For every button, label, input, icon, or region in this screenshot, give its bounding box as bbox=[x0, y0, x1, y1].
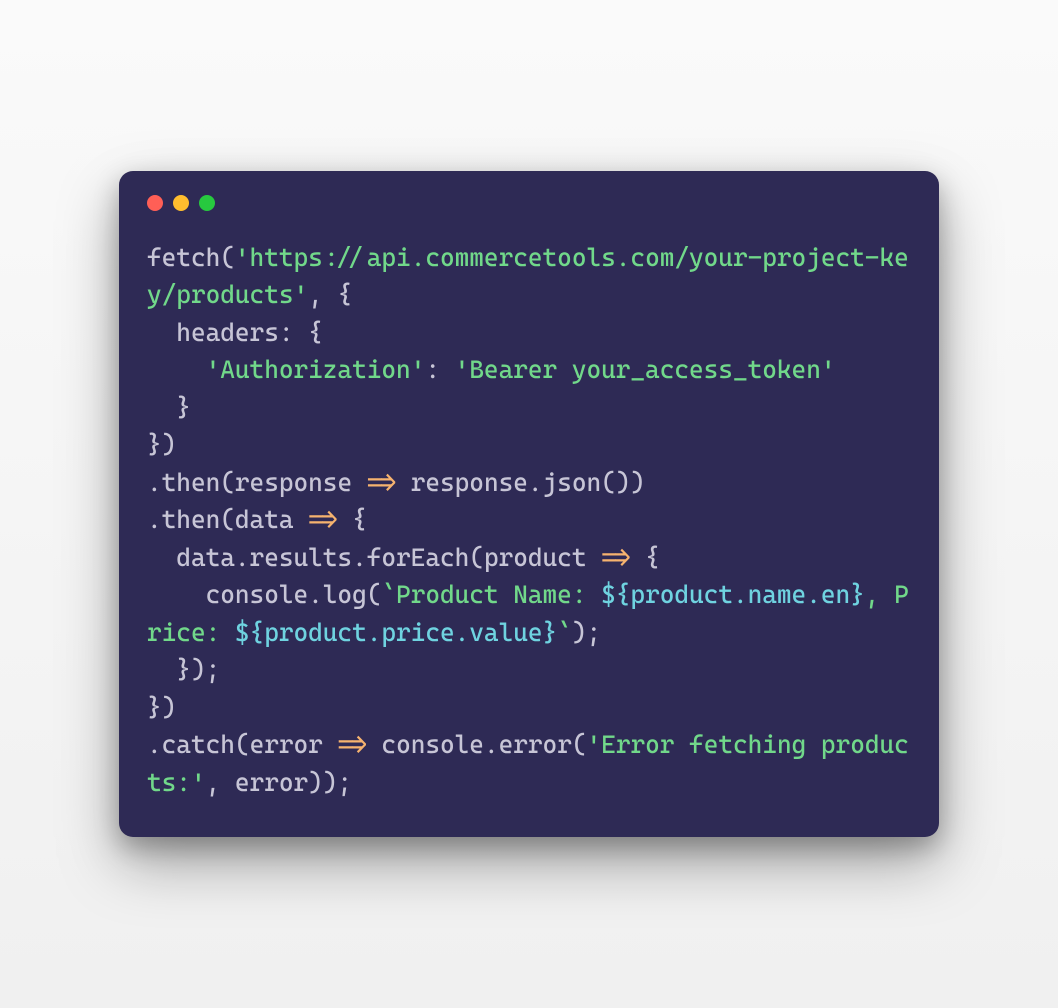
code-token: { bbox=[337, 505, 366, 534]
code-token: } }) bbox=[147, 393, 191, 460]
traffic-lights bbox=[147, 195, 911, 211]
code-token: data bbox=[235, 505, 294, 534]
code-token: => bbox=[367, 468, 396, 497]
code-token: then bbox=[162, 468, 221, 497]
code-token: ( bbox=[572, 730, 587, 759]
code-token: response bbox=[235, 468, 352, 497]
code-token: { bbox=[630, 543, 659, 572]
code-token: console. bbox=[147, 580, 323, 609]
code-token: 'Authorization' bbox=[206, 355, 426, 384]
code-token: console. bbox=[367, 730, 499, 759]
code-token bbox=[147, 355, 206, 384]
code-token: product bbox=[484, 543, 587, 572]
code-token: => bbox=[337, 730, 366, 759]
code-token: . bbox=[147, 730, 162, 759]
code-token bbox=[586, 543, 601, 572]
code-token: `Product Name: bbox=[381, 580, 601, 609]
code-token: , { bbox=[308, 280, 352, 309]
code-token: 'Bearer your_access_token' bbox=[455, 355, 836, 384]
code-token bbox=[323, 730, 338, 759]
code-token: . bbox=[147, 468, 162, 497]
code-token: response. bbox=[396, 468, 542, 497]
code-token: data.results. bbox=[147, 543, 367, 572]
code-token: ( bbox=[469, 543, 484, 572]
code-token bbox=[352, 468, 367, 497]
maximize-icon[interactable] bbox=[199, 195, 215, 211]
code-token: headers: { bbox=[147, 318, 323, 347]
code-token: => bbox=[601, 543, 630, 572]
code-token: => bbox=[308, 505, 337, 534]
code-block: fetch('https://api.commercetools.com/you… bbox=[147, 239, 911, 802]
code-token: then bbox=[162, 505, 221, 534]
code-token: json bbox=[543, 468, 602, 497]
code-token: forEach bbox=[367, 543, 470, 572]
code-token: . bbox=[147, 505, 162, 534]
code-token: error bbox=[250, 730, 323, 759]
code-token: ( bbox=[367, 580, 382, 609]
code-token: ( bbox=[220, 468, 235, 497]
minimize-icon[interactable] bbox=[173, 195, 189, 211]
code-token: , error)); bbox=[206, 768, 352, 797]
code-token: ` bbox=[557, 618, 572, 647]
code-token: ${product.name.en} bbox=[601, 580, 865, 609]
code-token: fetch bbox=[147, 243, 220, 272]
code-token: catch bbox=[162, 730, 235, 759]
code-token: ( bbox=[220, 505, 235, 534]
code-token: error bbox=[499, 730, 572, 759]
close-icon[interactable] bbox=[147, 195, 163, 211]
code-token: }); bbox=[147, 655, 220, 684]
code-window: fetch('https://api.commercetools.com/you… bbox=[119, 171, 939, 838]
code-token: 'https://api.commercetools.com/your-proj… bbox=[147, 243, 909, 310]
code-token: ${product.price.value} bbox=[235, 618, 557, 647]
code-token: ( bbox=[235, 730, 250, 759]
code-token: ( bbox=[220, 243, 235, 272]
code-token: log bbox=[323, 580, 367, 609]
code-token bbox=[294, 505, 309, 534]
code-token: }) bbox=[147, 693, 176, 722]
code-token: ()) bbox=[601, 468, 645, 497]
code-token: : bbox=[425, 355, 454, 384]
code-token: ); bbox=[572, 618, 601, 647]
